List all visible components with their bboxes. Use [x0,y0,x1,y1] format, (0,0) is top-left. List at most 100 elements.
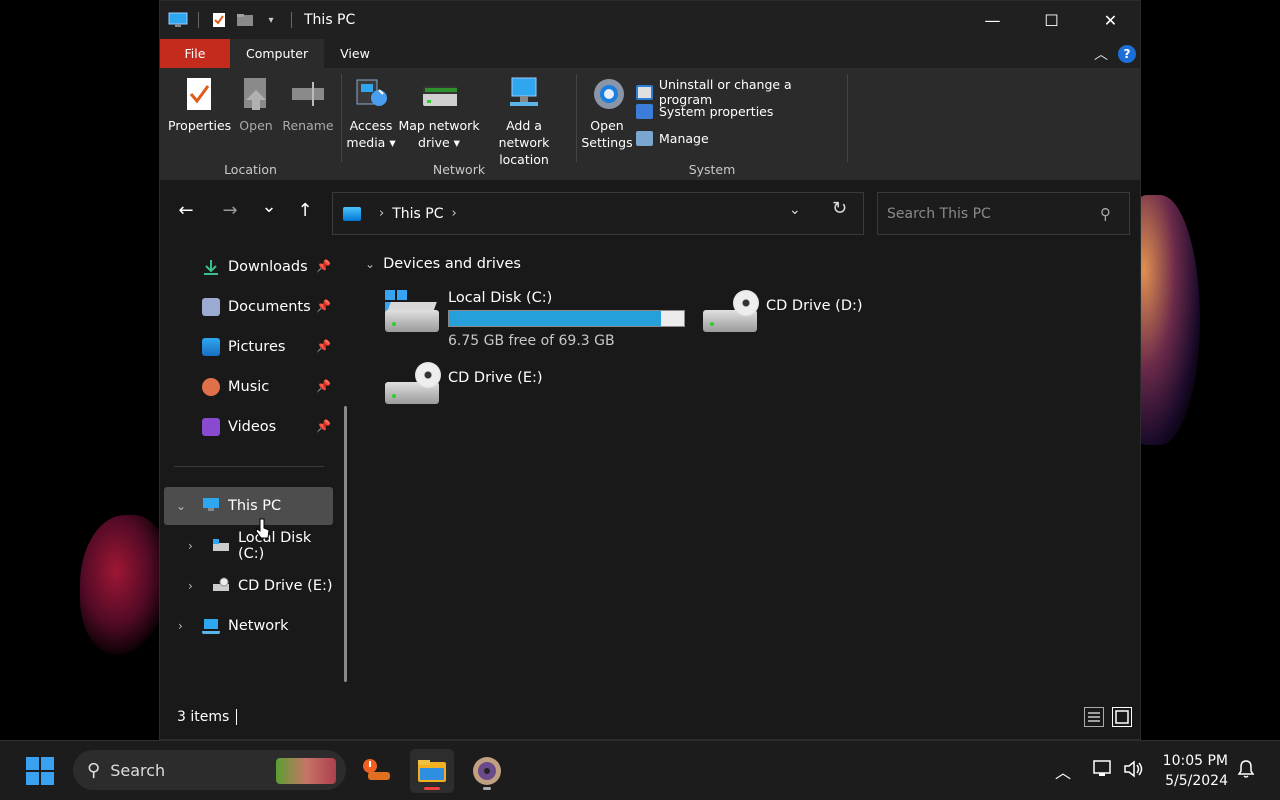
taskbar-app-alert[interactable] [355,749,399,793]
notifications-bell-icon[interactable] [1236,759,1256,783]
sidebar-item-network[interactable]: Network [202,613,289,639]
system-group-label: System [688,162,736,177]
customize-qat-dropdown-icon[interactable]: ▾ [261,11,281,29]
sidebar-label-cd-drive: CD Drive (E:) [238,578,333,594]
settings-gear-icon [594,79,624,109]
open-settings-button[interactable]: Open Settings [579,74,635,151]
this-pc-expand-chevron-icon[interactable]: ⌄ [176,499,186,513]
system-properties-icon [636,104,653,119]
uninstall-program-label: Uninstall or change a program [658,77,792,107]
search-icon: ⚲ [1100,205,1111,223]
devices-and-drives-title: Devices and drives [383,256,521,272]
large-icons-view-icon[interactable] [1112,707,1132,727]
uninstall-program-button[interactable]: Uninstall or change a program [636,77,847,107]
pin-icon[interactable]: 📌 [316,299,331,313]
breadcrumb-this-pc[interactable]: This PC [392,206,443,222]
devices-and-drives-header[interactable]: ⌄ Devices and drives [365,256,521,272]
sidebar-item-cd-drive[interactable]: CD Drive (E:) [212,573,333,599]
recent-locations-button[interactable]: ⌄ [257,196,281,217]
taskbar-app-media-player[interactable] [465,749,509,793]
sidebar-item-pictures[interactable]: Pictures [202,334,285,360]
network-icon [202,619,220,634]
rename-icon [292,82,324,106]
cd-drive-expand-chevron-icon[interactable]: › [188,579,193,593]
active-app-indicator [424,787,440,790]
access-media-button[interactable]: Access media ▾ [344,74,398,151]
breadcrumb-chevron-icon[interactable]: › [379,206,384,221]
minimize-button[interactable]: — [963,1,1022,39]
tab-view[interactable]: View [324,39,386,68]
system-clock[interactable]: 10:05 PM 5/5/2024 [1160,751,1228,791]
hard-drive-icon [385,302,439,332]
sidebar-item-this-pc[interactable]: This PC [202,493,281,519]
map-network-drive-icon [423,86,457,106]
search-box[interactable]: Search This PC ⚲ [877,192,1130,235]
taskbar-app-file-explorer[interactable] [410,749,454,793]
sidebar-item-music[interactable]: Music [202,374,269,400]
sidebar-scrollbar[interactable] [344,406,347,682]
help-icon[interactable]: ? [1118,45,1136,63]
search-input[interactable]: Search This PC [887,206,991,222]
network-expand-chevron-icon[interactable]: › [178,619,183,633]
properties-button[interactable]: Properties [168,74,232,134]
taskbar-search-icon: ⚲ [87,759,101,781]
refresh-icon[interactable]: ↻ [832,198,847,219]
pin-icon[interactable]: 📌 [316,419,331,433]
collapse-ribbon-chevron-up-icon[interactable]: ︿ [1094,44,1108,64]
pin-icon[interactable]: 📌 [316,259,331,273]
local-disk-expand-chevron-icon[interactable]: › [188,539,193,553]
new-folder-qat-icon[interactable] [235,11,255,29]
pin-icon[interactable]: 📌 [316,379,331,393]
manage-button[interactable]: Manage [636,131,709,146]
taskbar-search-label: Search [110,760,166,780]
back-button[interactable]: ← [174,200,198,221]
map-network-drive-button[interactable]: Map network drive ▾ [398,74,480,151]
tab-computer[interactable]: Computer [230,39,325,68]
sidebar-label-videos: Videos [228,419,277,435]
address-dropdown-chevron-icon[interactable]: ⌄ [789,202,801,218]
qat-separator-2 [291,12,292,28]
open-icon [244,78,266,110]
navigation-bar: ← → ⌄ ↑ › This PC › ⌄ ↻ Search This PC ⚲ [160,182,1140,242]
sidebar-item-videos[interactable]: Videos [202,414,276,440]
breadcrumb-chevron-icon-2[interactable]: › [451,206,456,221]
details-view-icon[interactable] [1084,707,1104,727]
address-bar[interactable]: › This PC › [332,192,864,235]
properties-label: Properties [168,118,232,133]
group-collapse-chevron-icon[interactable]: ⌄ [365,257,375,271]
status-divider [236,709,237,725]
forward-button[interactable]: → [218,200,242,221]
drive-tile-cd-drive-e[interactable]: CD Drive (E:) [385,362,585,412]
drive-usage-fill-c [449,311,662,326]
cd-disc-icon [733,290,759,316]
drive-tile-cd-drive-d[interactable]: CD Drive (D:) [703,290,903,340]
rename-label: Rename [282,118,334,133]
system-properties-button[interactable]: System properties [636,104,773,119]
up-button[interactable]: ↑ [293,200,317,221]
properties-qat-icon[interactable] [209,11,229,29]
open-button[interactable]: Open [236,74,276,134]
maximize-button[interactable]: ☐ [1022,1,1081,39]
car-alert-icon [363,759,390,780]
pin-icon[interactable]: 📌 [316,339,331,353]
volume-icon[interactable] [1123,759,1145,783]
show-hidden-icons-chevron-up-icon[interactable]: ︿ [1055,759,1071,783]
rename-button[interactable]: Rename [282,74,334,134]
sidebar-separator [174,466,324,467]
taskbar: ⚲ Search ︿ 10:05 PM 5/5/2024 [0,740,1280,800]
taskbar-search[interactable]: ⚲ Search [73,750,346,790]
running-app-indicator [483,787,491,790]
sidebar-item-downloads[interactable]: Downloads [202,254,308,280]
network-status-icon[interactable] [1092,759,1114,783]
ribbon-tabs: File Computer View ︿ ? [160,39,1140,68]
clock-date: 5/5/2024 [1165,773,1228,789]
close-button[interactable]: ✕ [1081,1,1140,39]
drive-tile-local-disk-c[interactable]: Local Disk (C:) 6.75 GB free of 69.3 GB [385,290,685,350]
access-media-icon [356,79,387,106]
sidebar-item-local-disk[interactable]: Local Disk (C:) [212,530,342,562]
add-network-location-button[interactable]: Add a network location [480,74,568,168]
tab-file[interactable]: File [160,39,230,68]
start-windows-icon[interactable] [26,757,54,785]
navigation-pane: Downloads 📌 Documents 📌 Pictures 📌 Music… [160,246,342,686]
sidebar-item-documents[interactable]: Documents [202,294,311,320]
